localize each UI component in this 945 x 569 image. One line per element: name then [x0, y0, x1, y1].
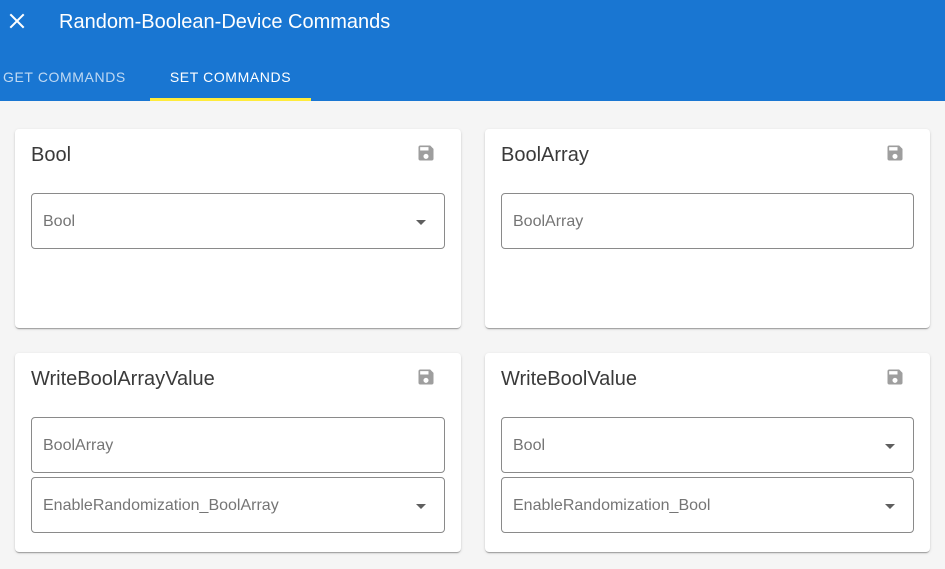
tab-get-commands[interactable]: GET COMMANDS: [0, 54, 150, 101]
save-button[interactable]: [884, 142, 906, 164]
card-title: WriteBoolArrayValue: [31, 368, 215, 390]
field-label: EnableRandomization_Bool: [513, 497, 711, 514]
command-card-bool: Bool Bool: [15, 129, 461, 328]
save-icon: [887, 369, 903, 385]
app-bar: Random-Boolean-Device Commands GET COMMA…: [0, 0, 945, 101]
field-label: Bool: [43, 213, 76, 230]
save-button[interactable]: [884, 366, 906, 388]
enable-randomization-boolarray-select[interactable]: EnableRandomization_BoolArray: [31, 477, 445, 533]
card-title: WriteBoolValue: [501, 368, 637, 390]
active-tab-indicator: [150, 98, 311, 101]
dropdown-arrow-icon: [416, 504, 426, 509]
card-title: Bool: [31, 144, 72, 166]
bool-select[interactable]: Bool: [31, 193, 445, 249]
field-label: BoolArray: [513, 213, 584, 230]
boolarray-input[interactable]: BoolArray: [31, 417, 445, 473]
command-card-writeboolvalue: WriteBoolValue Bool EnableRandomization_…: [485, 353, 930, 552]
boolarray-input[interactable]: BoolArray: [501, 193, 914, 249]
command-card-writeboolarrayvalue: WriteBoolArrayValue BoolArray EnableRand…: [15, 353, 461, 552]
bool-select[interactable]: Bool: [501, 417, 914, 473]
card-title: BoolArray: [501, 144, 589, 166]
save-icon: [418, 369, 434, 385]
tab-set-commands[interactable]: SET COMMANDS: [150, 54, 311, 101]
enable-randomization-bool-select[interactable]: EnableRandomization_Bool: [501, 477, 914, 533]
page-title: Random-Boolean-Device Commands: [59, 11, 391, 33]
dropdown-arrow-icon: [416, 220, 426, 225]
command-card-boolarray: BoolArray BoolArray: [485, 129, 930, 328]
save-button[interactable]: [415, 366, 437, 388]
save-button[interactable]: [415, 142, 437, 164]
dropdown-arrow-icon: [885, 504, 895, 509]
dropdown-arrow-icon: [885, 444, 895, 449]
close-button[interactable]: [5, 9, 29, 33]
close-icon: [9, 13, 25, 29]
field-label: Bool: [513, 437, 546, 454]
save-icon: [887, 145, 903, 161]
field-label: EnableRandomization_BoolArray: [43, 497, 279, 514]
field-label: BoolArray: [43, 437, 114, 454]
save-icon: [418, 145, 434, 161]
